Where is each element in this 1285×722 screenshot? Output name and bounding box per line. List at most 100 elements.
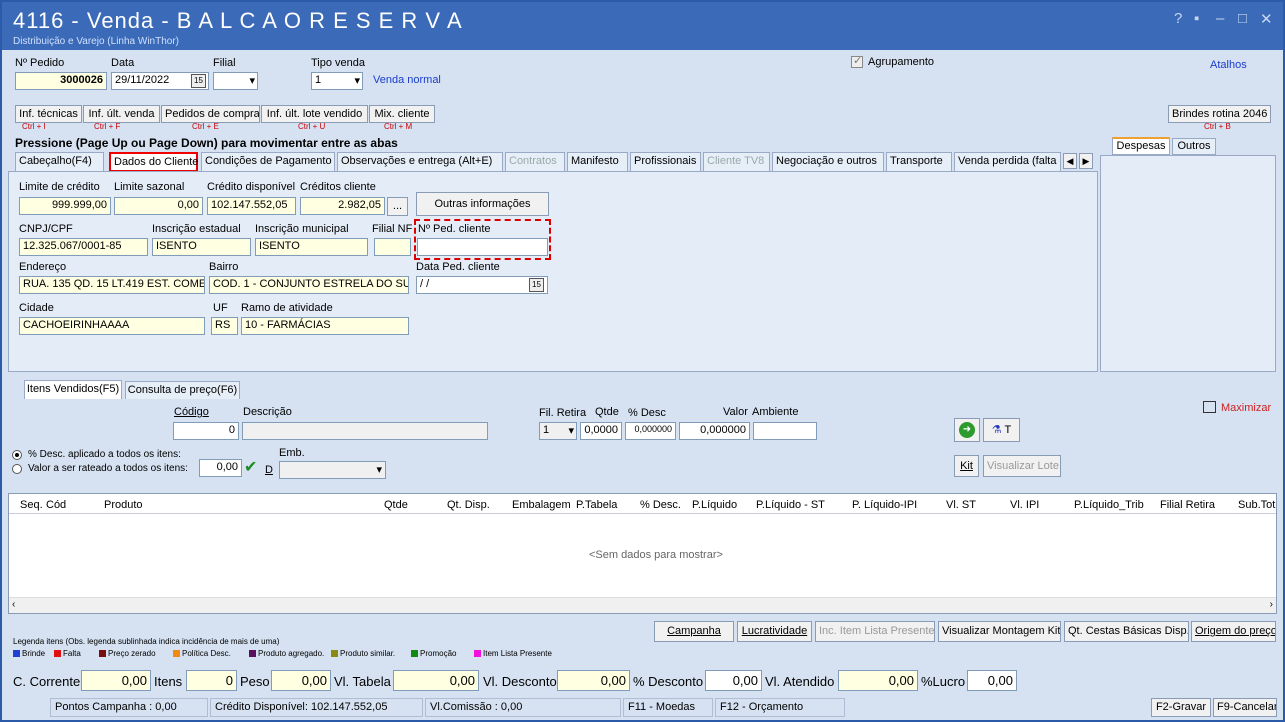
- status-f12[interactable]: F12 - Orçamento: [715, 698, 845, 717]
- legend-swatch: [99, 650, 106, 657]
- grid-column-header[interactable]: Seq.: [20, 499, 43, 511]
- legend-label: Brinde: [22, 649, 46, 658]
- scroll-right-icon[interactable]: ›: [1270, 599, 1273, 610]
- grid-column-header[interactable]: % Desc.: [640, 499, 681, 511]
- ped-cliente-field[interactable]: [417, 238, 548, 256]
- d-label[interactable]: D: [265, 464, 273, 476]
- pedido-field[interactable]: 3000026: [15, 72, 107, 90]
- cestas-basicas-button[interactable]: Qt. Cestas Básicas Disp.: [1064, 621, 1189, 642]
- rateio-field[interactable]: 0,00: [199, 459, 242, 477]
- flask-button[interactable]: ⚗ T: [983, 418, 1020, 442]
- hotkey-label: Ctrl + B: [1204, 122, 1231, 131]
- chevron-down-icon: ▾: [354, 75, 360, 87]
- qtde-field[interactable]: 0,0000: [580, 422, 622, 440]
- valor-field[interactable]: 0,000000: [679, 422, 750, 440]
- cancelar-button[interactable]: F9-Cancelar: [1213, 698, 1277, 717]
- grid-column-header[interactable]: Embalagem: [512, 499, 571, 511]
- scroll-left-icon[interactable]: ‹: [12, 599, 15, 610]
- kit-button[interactable]: Kit: [954, 455, 979, 477]
- ambiente-field[interactable]: [753, 422, 817, 440]
- outras-informacoes-button[interactable]: Outras informações: [416, 192, 549, 216]
- uf-label: UF: [213, 302, 228, 314]
- grid-column-header[interactable]: Vl. IPI: [1010, 499, 1039, 511]
- radio-desc[interactable]: [12, 450, 22, 460]
- lucratividade-button[interactable]: Lucratividade: [737, 621, 812, 642]
- filial-nf-label: Filial NF: [372, 223, 413, 235]
- grid-column-header[interactable]: Filial Retira: [1160, 499, 1215, 511]
- gravar-button[interactable]: F2-Gravar: [1151, 698, 1211, 717]
- inf-ult-venda-button[interactable]: Inf. últ. venda: [83, 105, 160, 123]
- tab-manifesto[interactable]: Manifesto: [567, 152, 628, 171]
- tipo-value: 1: [315, 74, 322, 86]
- tab-scroll-left-icon[interactable]: ◀: [1063, 153, 1077, 169]
- tab-contratos[interactable]: Contratos: [505, 152, 565, 171]
- visualizar-lote-button[interactable]: Visualizar Lote: [983, 455, 1061, 477]
- im-label: Inscrição municipal: [255, 223, 349, 235]
- grid-column-header[interactable]: P.Líquido: [692, 499, 737, 511]
- campanha-button[interactable]: Campanha: [654, 621, 734, 642]
- tab-dados-cliente[interactable]: Dados do Cliente: [109, 152, 198, 172]
- pdesc-field[interactable]: 0,00: [705, 670, 762, 691]
- horizontal-scrollbar[interactable]: ‹ ›: [9, 597, 1276, 613]
- tab-outros[interactable]: Outros: [1172, 138, 1216, 155]
- fil-retira-select[interactable]: 1 ▾: [539, 422, 577, 440]
- grid-column-header[interactable]: P.Líquido - ST: [756, 499, 825, 511]
- grid-column-header[interactable]: Qtde: [384, 499, 408, 511]
- mix-cliente-button[interactable]: Mix. cliente: [369, 105, 435, 123]
- grid-column-header[interactable]: P.Líquido_Trib: [1074, 499, 1144, 511]
- calendar-icon[interactable]: 15: [191, 74, 206, 88]
- filial-select[interactable]: ▾: [213, 72, 258, 90]
- grid-column-header[interactable]: Vl. ST: [946, 499, 976, 511]
- maximize-icon[interactable]: □: [1238, 10, 1247, 27]
- grid-column-header[interactable]: Sub.Tot: [1238, 499, 1276, 511]
- help-icon[interactable]: ?: [1174, 10, 1182, 27]
- confirm-item-button[interactable]: ➜: [954, 418, 980, 442]
- grid-column-header[interactable]: P. Líquido-IPI: [852, 499, 917, 511]
- atendido-field: 0,00: [838, 670, 918, 691]
- inf-ult-lote-button[interactable]: Inf. últ. lote vendido: [261, 105, 368, 123]
- close-icon[interactable]: ✕: [1260, 10, 1273, 28]
- tab-venda-perdida[interactable]: Venda perdida (falta: [954, 152, 1061, 171]
- calendar-icon[interactable]: 15: [529, 278, 544, 292]
- inc-item-lista-button[interactable]: Inc. Item Lista Presente: [815, 621, 935, 642]
- tab-consulta-preco[interactable]: Consulta de preço(F6): [125, 381, 240, 399]
- desc-field[interactable]: 0,000000: [625, 422, 676, 440]
- tab-cabecalho[interactable]: Cabeçalho(F4): [15, 152, 104, 171]
- tab-condicoes-pagamento[interactable]: Condições de Pagamento: [201, 152, 335, 171]
- agrupamento-label: Agrupamento: [868, 56, 935, 68]
- tab-itens-vendidos[interactable]: Itens Vendidos(F5): [24, 380, 122, 399]
- grid-column-header[interactable]: P.Tabela: [576, 499, 617, 511]
- atalhos-link[interactable]: Atalhos: [1210, 59, 1247, 71]
- maximizar-link[interactable]: Maximizar: [1221, 402, 1271, 414]
- maximize-panel-icon[interactable]: [1203, 401, 1216, 413]
- grid-column-header[interactable]: Qt. Disp.: [447, 499, 490, 511]
- tab-observacoes[interactable]: Observações e entrega (Alt+E): [337, 152, 503, 171]
- radio-valor[interactable]: [12, 464, 22, 474]
- tab-transporte[interactable]: Transporte: [886, 152, 952, 171]
- agrupamento-checkbox[interactable]: ✓: [851, 55, 863, 68]
- tab-negociacao[interactable]: Negociação e outros: [772, 152, 884, 171]
- origem-preco-button[interactable]: Origem do preço: [1191, 621, 1276, 642]
- brindes-button[interactable]: Brindes rotina 2046: [1168, 105, 1271, 123]
- visualizar-montagem-button[interactable]: Visualizar Montagem Kit: [938, 621, 1061, 642]
- grid-column-header[interactable]: Produto: [104, 499, 143, 511]
- peso-label: Peso: [240, 674, 270, 689]
- inf-tecnicas-button[interactable]: Inf. técnicas: [15, 105, 82, 123]
- tab-scroll-right-icon[interactable]: ▶: [1079, 153, 1093, 169]
- legend-label: Promoção: [420, 649, 457, 658]
- status-f11[interactable]: F11 - Moedas: [623, 698, 713, 717]
- emb-select[interactable]: ▾: [279, 461, 386, 479]
- tipo-select[interactable]: 1 ▾: [311, 72, 363, 90]
- tab-cliente-tv8[interactable]: Cliente TV8: [703, 152, 770, 171]
- creditos-detail-button[interactable]: ...: [387, 197, 408, 216]
- tab-profissionais[interactable]: Profissionais: [630, 152, 701, 171]
- codigo-field[interactable]: 0: [173, 422, 239, 440]
- minimize-icon[interactable]: –: [1216, 10, 1224, 27]
- restore-icon[interactable]: ▪: [1194, 10, 1199, 27]
- hotkey-label: Ctrl + E: [192, 122, 219, 131]
- pedidos-compra-button[interactable]: Pedidos de compra: [161, 105, 260, 123]
- grid-column-header[interactable]: Cód: [46, 499, 66, 511]
- tab-despesas[interactable]: Despesas: [1112, 137, 1170, 155]
- checkmark-icon[interactable]: ✔: [244, 459, 257, 477]
- t-label: T: [1004, 424, 1012, 436]
